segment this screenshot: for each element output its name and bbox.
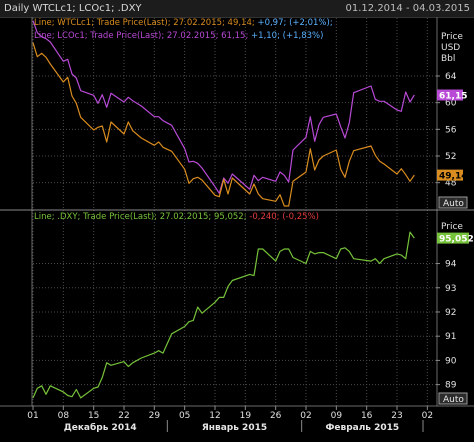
- x-tick-label: 22: [118, 411, 129, 421]
- x-month-label: Январь 2015: [202, 423, 267, 433]
- legend-brent: Line; LCOc1; Trade Price(Last); 27.02.20…: [34, 31, 323, 41]
- x-tick-label: 02: [300, 411, 311, 421]
- x-tick-label: 23: [391, 411, 402, 421]
- x-tick-label: 01: [27, 411, 38, 421]
- legend-brent-change: +1,10; (+1,83%): [248, 31, 323, 41]
- bottom-y-tick-label: 94: [445, 260, 457, 270]
- top-axis-title-1: Price: [441, 32, 463, 42]
- bottom-auto-button-label[interactable]: Auto: [443, 395, 464, 405]
- x-tick-label: 15: [88, 411, 99, 421]
- top-auto-button[interactable]: Auto: [438, 196, 468, 209]
- bottom-y-tick-label: 91: [445, 332, 456, 342]
- top-y-tick-label: 56: [445, 125, 457, 135]
- chart-canvas: 4852566064 899091929394 Line; WTCLc1; Tr…: [0, 17, 474, 442]
- bottom-y-tick-label: 93: [445, 284, 456, 294]
- series-line-wtclc1: [32, 42, 415, 207]
- x-tick-label: 02: [422, 411, 433, 421]
- x-tick-label: 19: [240, 411, 252, 421]
- x-tick-label: 09: [331, 411, 343, 421]
- top-y-tick-label: 64: [445, 72, 457, 82]
- last-value-wti: 49,14: [439, 172, 467, 182]
- bottom-y-tick-label: 90: [445, 356, 457, 366]
- legend-wti-text: Line; WTCLc1; Trade Price(Last); 27.02.2…: [34, 18, 255, 28]
- last-value-brent: 61,15: [439, 92, 467, 102]
- last-value-brent-tag: 61,15: [437, 89, 467, 102]
- legend-dxy: Line; .DXY; Trade Price(Last); 27.02.201…: [34, 212, 319, 222]
- x-tick-label: 12: [209, 411, 220, 421]
- top-axis-title-2: USD: [441, 43, 460, 53]
- series-line-dxy: [32, 231, 415, 399]
- legend-wti-change: +0,97; (+2,01%);: [255, 18, 333, 28]
- last-value-wti-tag: 49,14: [437, 169, 467, 182]
- bottom-auto-button[interactable]: Auto: [438, 392, 468, 405]
- legend-dxy-change: -0,240; (-0,25%): [247, 212, 319, 222]
- legend-dxy-text: Line; .DXY; Trade Price(Last); 27.02.201…: [34, 212, 247, 222]
- last-value-dxy-tag: 95,052: [437, 232, 474, 245]
- series-line-lcoc1: [32, 20, 415, 194]
- x-tick-label: 26: [270, 411, 282, 421]
- bottom-y-tick-label: 92: [445, 308, 456, 318]
- last-value-dxy: 95,052: [439, 235, 474, 245]
- top-axis-title-3: Bbl: [441, 54, 455, 64]
- bottom-y-tick-labels: 89 90 91 92 93 94: [436, 260, 457, 391]
- bottom-y-tick-label: 89: [445, 381, 457, 391]
- x-tick-label: 05: [179, 411, 190, 421]
- x-tick-label: 29: [149, 411, 161, 421]
- legend-brent-text: Line; LCOc1; Trade Price(Last); 27.02.20…: [34, 31, 248, 41]
- top-auto-button-label[interactable]: Auto: [443, 199, 464, 209]
- x-month-label: Февраль 2015: [325, 423, 399, 433]
- legend-wti: Line; WTCLc1; Trade Price(Last); 27.02.2…: [34, 18, 333, 28]
- x-month-label: Декабрь 2014: [64, 422, 137, 433]
- x-tick-label: 08: [58, 411, 70, 421]
- x-tick-label: 16: [361, 411, 373, 421]
- top-panel-series: [32, 20, 415, 207]
- bottom-panel-series: [32, 231, 415, 399]
- bottom-axis-title: Price: [441, 222, 463, 232]
- top-y-tick-label: 52: [445, 152, 456, 162]
